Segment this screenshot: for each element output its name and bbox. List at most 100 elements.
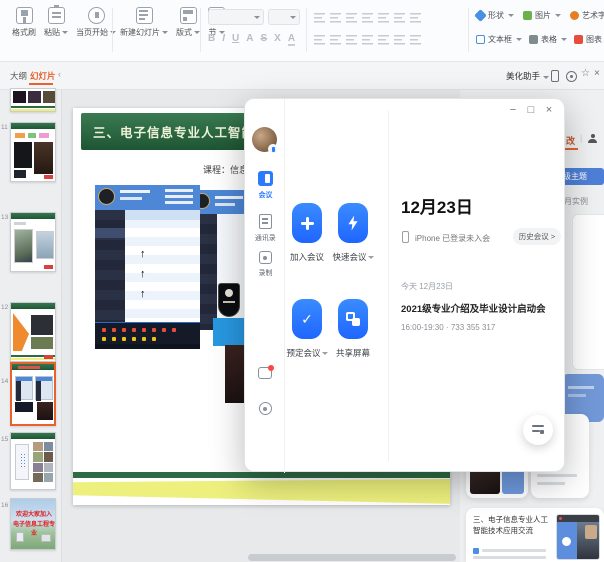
thumb-screenshot xyxy=(15,376,33,400)
template-card-3[interactable]: 三、电子信息专业人工智能技术应用交流 xyxy=(466,508,604,562)
thumb-caption: 欢迎大家加入 xyxy=(11,509,56,518)
paste-button[interactable]: 粘贴 xyxy=(44,7,68,38)
device-status-text: iPhone 已登录未入会 xyxy=(415,233,490,244)
slide-thumbnail-11[interactable] xyxy=(10,122,56,182)
chart-icon xyxy=(574,35,583,44)
underline-button[interactable]: U xyxy=(232,33,239,46)
quick-schedule-fab[interactable] xyxy=(523,415,553,445)
pane-card-sliver[interactable] xyxy=(572,214,604,370)
slide-screenshot1-table xyxy=(125,210,200,322)
cursor-arrow-icon: ↑ xyxy=(140,268,146,280)
slide-thumbnail-14-selected[interactable] xyxy=(10,362,56,426)
strikethrough-button[interactable]: S xyxy=(260,33,267,46)
slide-thumbnail-15[interactable] xyxy=(10,432,56,490)
close-pane-icon[interactable]: × xyxy=(594,68,600,79)
device-status-badge xyxy=(268,144,278,154)
plus-icon xyxy=(301,217,314,230)
slide-thumbnail-13[interactable] xyxy=(10,302,56,362)
thumb-photo xyxy=(14,229,33,263)
slide-thumbnail-16[interactable]: 欢迎大家加入 电子信息工程专业 xyxy=(10,498,56,550)
format-painter-button[interactable]: 格式刷 xyxy=(12,7,36,38)
decor-bar xyxy=(537,482,565,485)
new-slide-button[interactable]: 新建幻灯片 xyxy=(120,7,168,38)
format-painter-icon xyxy=(16,7,33,24)
thumb-screenshot xyxy=(35,376,53,400)
history-meetings-button[interactable]: 历史会议 > xyxy=(513,228,561,245)
sidebar-item-meetings[interactable]: 会议 xyxy=(245,171,285,200)
phone-icon[interactable] xyxy=(551,70,559,82)
thumb-photo xyxy=(31,337,53,349)
join-meeting-button[interactable] xyxy=(292,203,322,243)
section-divider xyxy=(388,111,389,461)
sidebar-label: 通讯录 xyxy=(255,232,276,242)
ribbon-divider xyxy=(200,8,201,52)
italic-button[interactable]: I xyxy=(222,33,225,46)
chart-button[interactable]: 图表 xyxy=(574,34,604,45)
ribbon-divider xyxy=(306,8,307,52)
decor-bar xyxy=(11,106,56,108)
decor-bar xyxy=(11,109,56,111)
tab-slides[interactable]: 幻灯片 xyxy=(30,70,56,82)
slide-number: 12 xyxy=(1,304,9,311)
superscript-button[interactable]: X xyxy=(274,33,281,46)
paragraph-tools-row2[interactable] xyxy=(314,34,426,45)
horizontal-scrollbar[interactable] xyxy=(248,554,456,561)
slide-number: 14 xyxy=(1,378,9,385)
schedule-meeting-button[interactable]: ✓ xyxy=(292,299,322,339)
thumb-building xyxy=(16,532,24,542)
sidebar-item-contacts[interactable]: 通讯录 xyxy=(245,214,285,243)
tab-outline[interactable]: 大纲 xyxy=(10,70,27,82)
picture-button[interactable]: 图片 xyxy=(523,10,561,21)
decor-bar xyxy=(473,556,546,559)
thumb-photo xyxy=(13,91,26,103)
font-color-button[interactable]: A xyxy=(288,33,295,46)
minimize-button[interactable]: − xyxy=(506,104,520,116)
increase-font-button[interactable]: A xyxy=(246,33,253,46)
collapse-pane-icon[interactable]: ‹ xyxy=(58,69,61,79)
decor-chip xyxy=(39,133,49,138)
slide-subtitle: 课程：信息 xyxy=(203,163,248,176)
insert-group-row1: 形状 图片 艺术字 查找 xyxy=(476,10,604,21)
ribbon-divider xyxy=(112,8,113,52)
upcoming-meeting-title[interactable]: 2021级专业介绍及毕业设计启动会 xyxy=(401,301,546,315)
share-screen-button[interactable] xyxy=(338,299,368,339)
beautify-assistant-button[interactable]: 美化助手 xyxy=(506,70,549,82)
slide-thumbnail-12[interactable] xyxy=(10,212,56,272)
font-size-select[interactable] xyxy=(268,9,300,25)
thumb-building xyxy=(41,534,51,542)
ribbon-divider xyxy=(468,8,469,52)
settings-gear-icon[interactable] xyxy=(566,71,577,82)
thumb-title-bar xyxy=(11,303,55,309)
pane-tab-active[interactable]: 改 xyxy=(566,134,575,147)
lightning-icon xyxy=(347,216,359,231)
close-button[interactable]: × xyxy=(542,104,556,116)
play-from-current-button[interactable]: 当页开始 xyxy=(76,7,116,38)
slide-thumbnail-10[interactable] xyxy=(10,88,56,112)
check-icon: ✓ xyxy=(301,311,313,328)
thumb-phone-image xyxy=(15,444,29,480)
paragraph-tools-row1[interactable] xyxy=(314,12,426,23)
font-name-select[interactable] xyxy=(208,9,264,25)
layout-button[interactable]: 版式 xyxy=(176,7,200,38)
slide-screenshot1-sidebar xyxy=(95,210,125,322)
maximize-button[interactable]: □ xyxy=(524,104,538,116)
quick-meeting-button[interactable] xyxy=(338,203,368,243)
table-button[interactable]: 表格 xyxy=(529,34,567,45)
wordart-icon xyxy=(570,11,579,20)
thumb-photo xyxy=(15,402,33,412)
textbox-button[interactable]: 文本框 xyxy=(476,34,522,45)
account-person-icon[interactable] xyxy=(588,134,597,143)
favorite-star-icon[interactable]: ☆ xyxy=(581,68,590,79)
settings-button[interactable] xyxy=(245,402,285,415)
table-icon xyxy=(529,35,538,44)
thumb-photo xyxy=(14,142,32,168)
shapes-button[interactable]: 形状 xyxy=(476,10,514,21)
picture-icon xyxy=(523,11,532,20)
decor-chip xyxy=(15,133,25,138)
feedback-button[interactable] xyxy=(245,367,285,379)
slide-number: 15 xyxy=(1,436,9,443)
bold-button[interactable]: B xyxy=(208,33,215,46)
clipboard-group: 格式刷 粘贴 当页开始 xyxy=(12,7,116,38)
wordart-button[interactable]: 艺术字 xyxy=(570,10,604,21)
gear-icon xyxy=(259,402,272,415)
